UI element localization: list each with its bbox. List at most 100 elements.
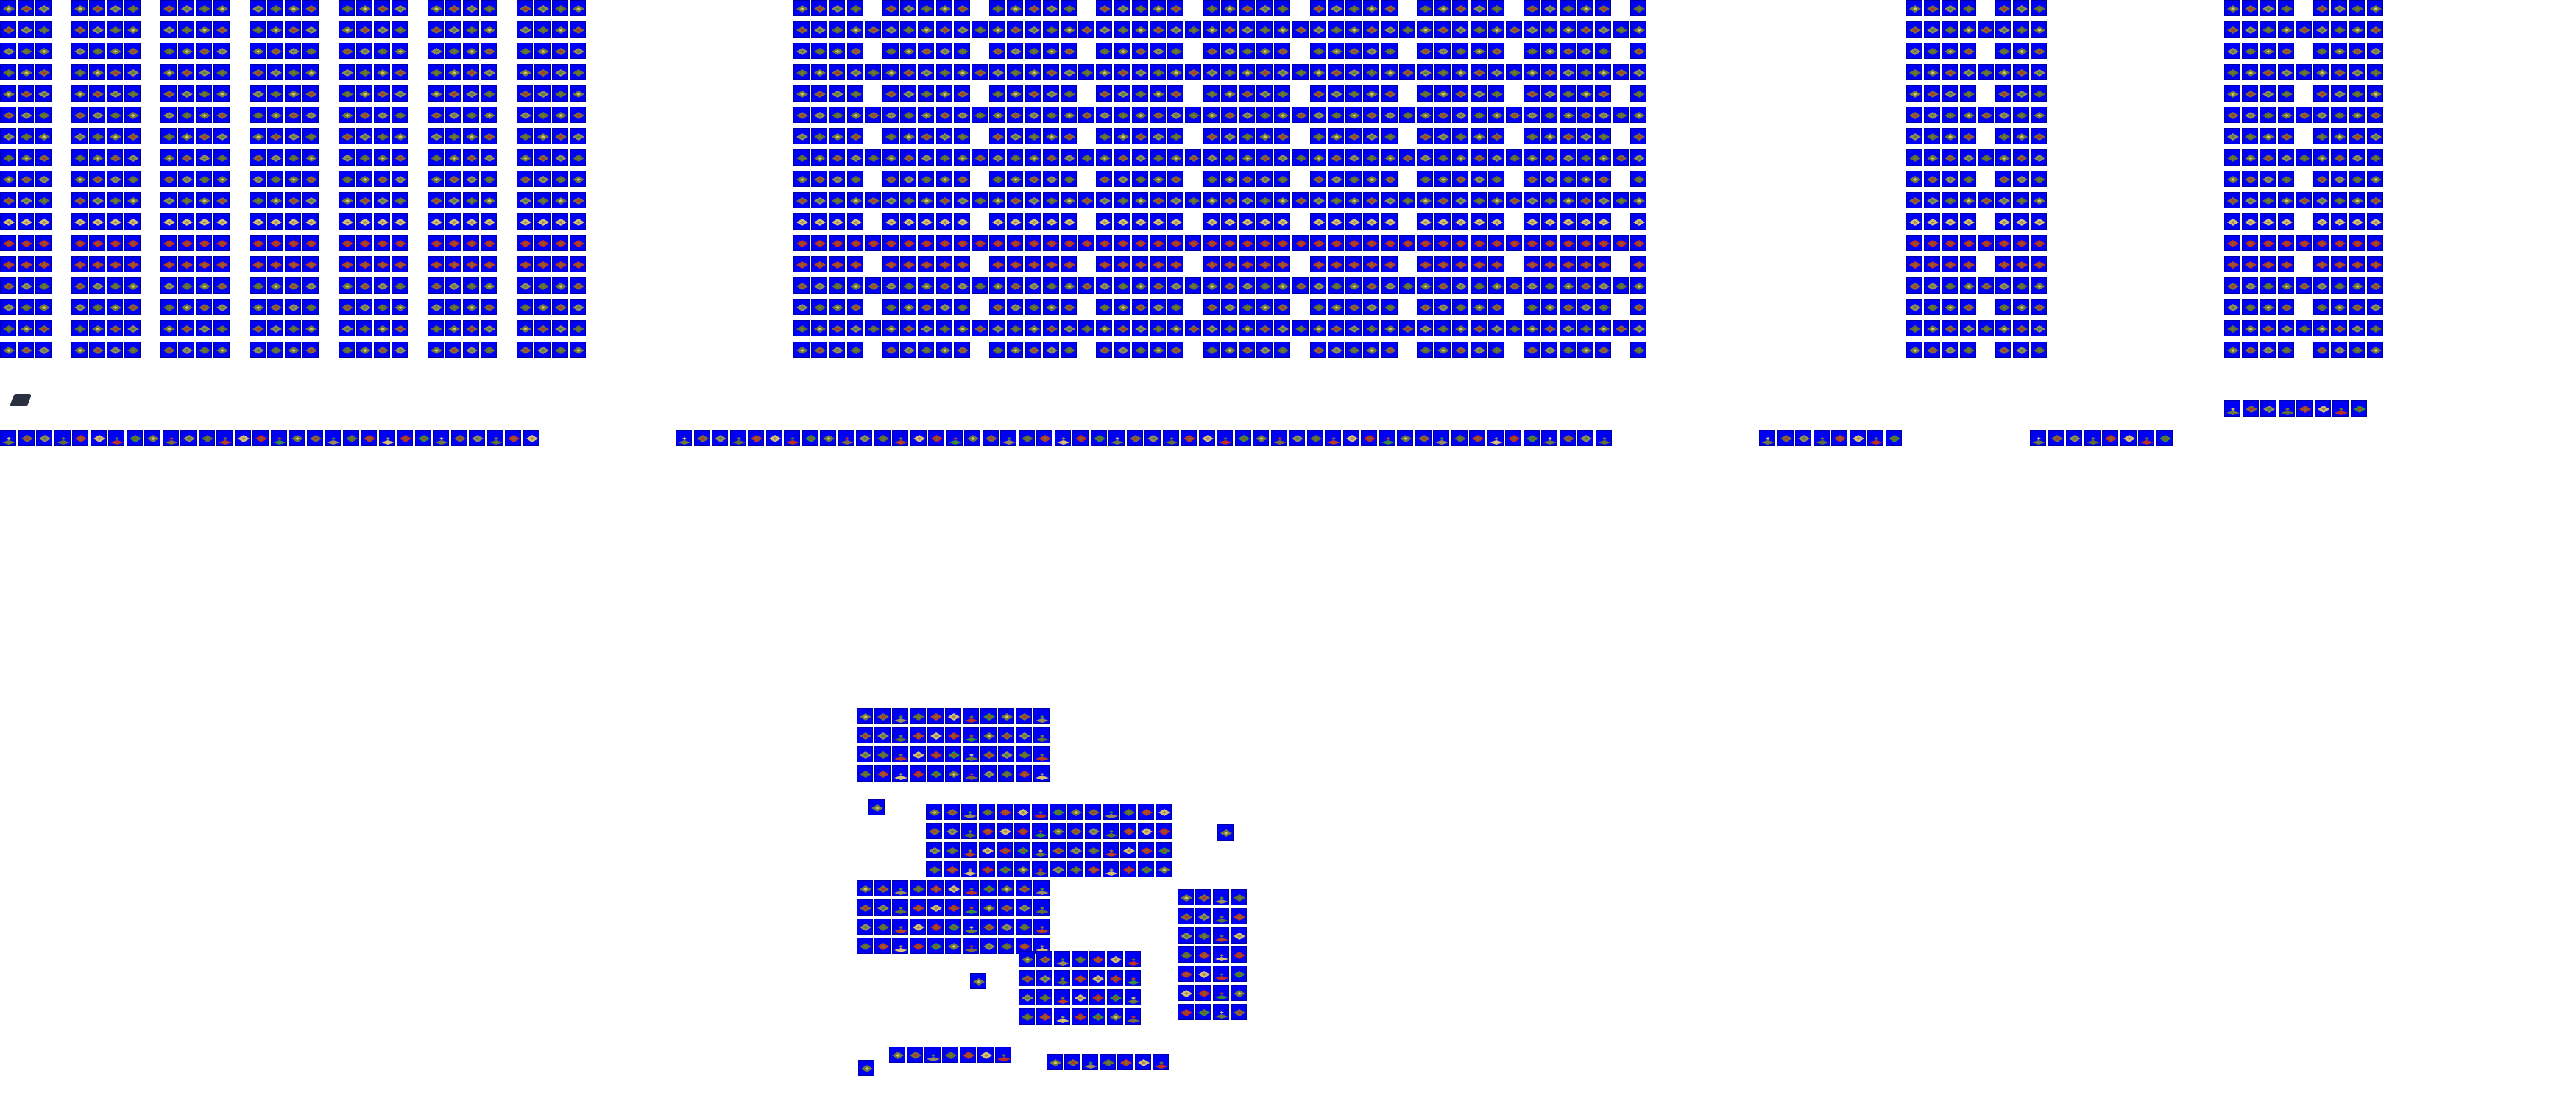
sprite-tile bbox=[339, 342, 355, 358]
sprite-tile bbox=[339, 107, 355, 123]
sprite-tile bbox=[989, 149, 1005, 166]
sprite-tile bbox=[980, 938, 997, 954]
sprite-tile bbox=[213, 149, 230, 166]
sprite-tile bbox=[927, 899, 944, 916]
sprite-tile bbox=[178, 299, 194, 315]
sprite-tile bbox=[1434, 213, 1451, 230]
sprite-tile bbox=[2013, 85, 2029, 102]
sprite-tile bbox=[374, 128, 390, 144]
sprite-tile bbox=[961, 861, 977, 877]
sprite-tile bbox=[1167, 149, 1183, 166]
sprite-tile bbox=[1310, 235, 1326, 251]
sprite-tile bbox=[1541, 192, 1557, 208]
sprite-tile bbox=[1078, 64, 1094, 80]
sprite-tile bbox=[107, 277, 123, 294]
sprite-tile bbox=[445, 107, 461, 123]
sprite-tile bbox=[89, 320, 105, 336]
sprite-tile bbox=[588, 277, 604, 294]
sprite-tile bbox=[1524, 213, 1540, 230]
sprite-tile bbox=[1345, 192, 1362, 208]
sprite-tile bbox=[143, 21, 159, 38]
sprite-tile bbox=[552, 299, 568, 315]
sprite-tile bbox=[1906, 299, 1922, 315]
sprite-tile bbox=[1452, 213, 1468, 230]
sprite-tile bbox=[1595, 256, 1611, 272]
sprite-tile bbox=[107, 171, 123, 187]
sprite-tile bbox=[766, 430, 782, 446]
sprite-tile bbox=[1292, 149, 1309, 166]
sprite-tile bbox=[963, 708, 979, 724]
sprite-tile bbox=[428, 256, 444, 272]
sprite-tile bbox=[1560, 256, 1576, 272]
sprite-tile bbox=[1185, 342, 1201, 358]
sprite-tile bbox=[1072, 430, 1089, 446]
sprite-tile bbox=[588, 299, 604, 315]
sprite-tile bbox=[1150, 256, 1166, 272]
sprite-tile bbox=[972, 171, 988, 187]
sprite-tile bbox=[882, 213, 899, 230]
sprite-tile bbox=[428, 171, 444, 187]
sprite-tile bbox=[1560, 21, 1576, 38]
sprite-tile bbox=[2296, 149, 2312, 166]
sprite-tile bbox=[847, 107, 863, 123]
sprite-tile bbox=[1924, 64, 1940, 80]
sprite-tile bbox=[196, 107, 212, 123]
sprite-tile bbox=[517, 171, 533, 187]
sprite-tile bbox=[321, 192, 337, 208]
sprite-tile bbox=[1117, 1054, 1133, 1070]
sprite-tile bbox=[1541, 149, 1557, 166]
sprite-tile bbox=[1328, 299, 1344, 315]
sprite-tile bbox=[2224, 213, 2240, 230]
sprite-tile bbox=[499, 64, 515, 80]
sprite-tile bbox=[445, 320, 461, 336]
sprite-tile bbox=[54, 149, 70, 166]
sprite-tile bbox=[1310, 256, 1326, 272]
sprite-tile bbox=[972, 213, 988, 230]
sprite-tile bbox=[18, 171, 34, 187]
sprite-tile bbox=[1007, 149, 1023, 166]
sprite-tile bbox=[232, 171, 248, 187]
sprite-tile bbox=[972, 256, 988, 272]
sprite-tile bbox=[570, 171, 586, 187]
sprite-tile bbox=[874, 938, 891, 954]
sprite-tile bbox=[143, 342, 159, 358]
sprite-tile bbox=[882, 299, 899, 315]
sprite-tile bbox=[1613, 64, 1629, 80]
sprite-tile bbox=[1007, 21, 1023, 38]
sprite-tile bbox=[54, 64, 70, 80]
sprite-tile bbox=[18, 107, 34, 123]
sprite-tile bbox=[1132, 192, 1148, 208]
sprite-tile bbox=[2367, 192, 2383, 208]
sprite-tile bbox=[2349, 299, 2365, 315]
sprite-tile bbox=[2048, 430, 2064, 446]
sprite-tile bbox=[2367, 85, 2383, 102]
sprite-tile bbox=[2260, 171, 2276, 187]
sprite-tile bbox=[900, 299, 916, 315]
sprite-tile bbox=[469, 430, 485, 446]
sprite-tile bbox=[252, 430, 269, 446]
sprite-tile bbox=[1541, 0, 1557, 16]
sprite-tile bbox=[196, 128, 212, 144]
sprite-tile bbox=[1381, 299, 1398, 315]
sprite-tile bbox=[1345, 256, 1362, 272]
sprite-tile bbox=[1381, 171, 1398, 187]
sprite-tile bbox=[463, 256, 479, 272]
sprite-tile bbox=[2296, 235, 2312, 251]
sprite-tile bbox=[2349, 171, 2365, 187]
sprite-tile bbox=[2013, 171, 2029, 187]
sprite-tile bbox=[1185, 235, 1201, 251]
sprite-tile bbox=[2349, 0, 2365, 16]
sprite-tile bbox=[1089, 989, 1105, 1005]
sprite-tile bbox=[892, 899, 908, 916]
sprite-tile bbox=[793, 320, 810, 336]
sprite-tile bbox=[1942, 0, 1958, 16]
sprite-tile bbox=[1960, 192, 1976, 208]
sprite-tile bbox=[410, 0, 426, 16]
sprite-tile bbox=[250, 192, 266, 208]
sprite-tile bbox=[18, 21, 34, 38]
sprite-tile bbox=[302, 21, 319, 38]
sprite-tile bbox=[1506, 43, 1522, 59]
sprite-tile bbox=[1399, 0, 1415, 16]
sprite-tile bbox=[1363, 235, 1379, 251]
sprite-tile bbox=[1924, 213, 1940, 230]
